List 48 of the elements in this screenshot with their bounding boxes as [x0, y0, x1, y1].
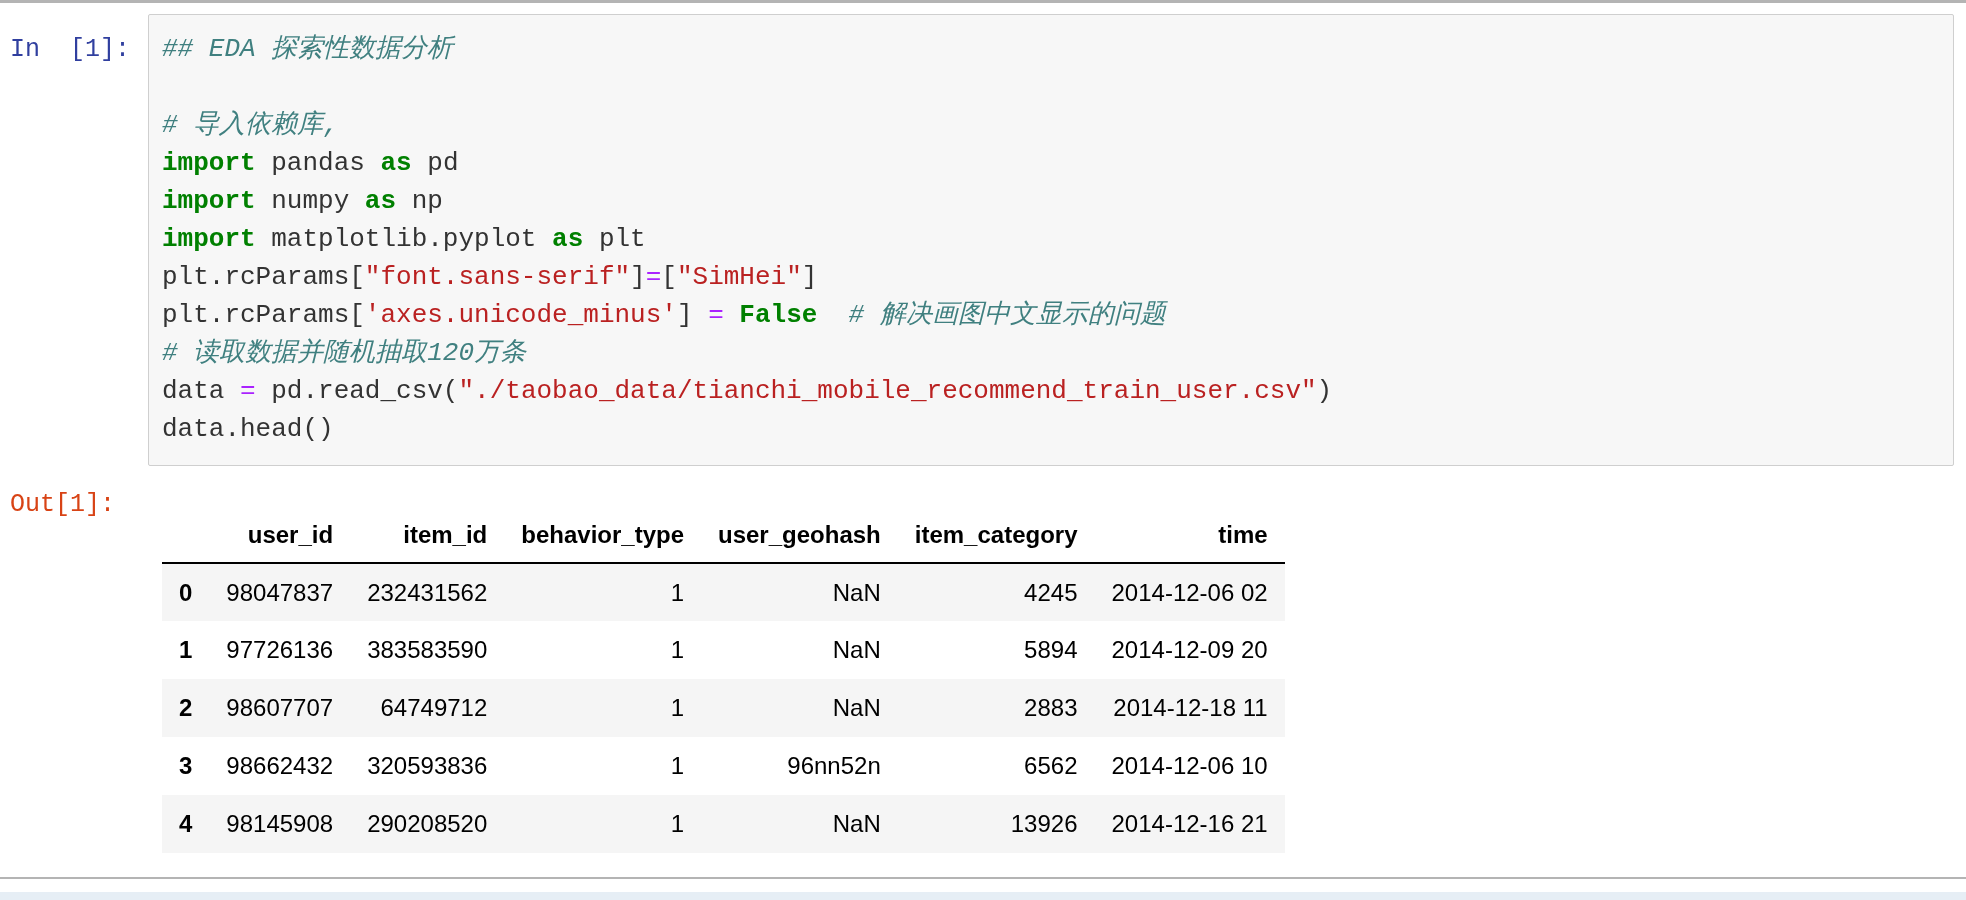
table-cell: NaN	[701, 679, 898, 737]
table-cell: 320593836	[350, 737, 505, 795]
table-cell: 97726136	[209, 621, 351, 679]
row-index: 3	[162, 737, 210, 795]
table-cell: 96nn52n	[701, 737, 898, 795]
row-index: 1	[162, 621, 210, 679]
table-cell: 1	[504, 563, 701, 621]
table-cell: 13926	[897, 795, 1095, 853]
code-line: data.head()	[162, 413, 334, 446]
code-cell[interactable]	[148, 14, 1954, 466]
output-prompt: Out[1]:	[9, 489, 117, 519]
code-line: import matplotlib.pyplot as plt	[162, 223, 646, 256]
code-line: # 读取数据并随机抽取120万条	[162, 337, 526, 370]
code-line: plt.rcParams['axes.unicode_minus'] = False # 解决画图中文显示的问题	[162, 299, 1166, 332]
row-index: 4	[162, 795, 210, 853]
row-index: 2	[162, 679, 210, 737]
table-cell: 1	[504, 621, 701, 679]
table-cell: 5894	[897, 621, 1095, 679]
table-cell: 2014-12-18 11	[1094, 679, 1285, 737]
table-cell: 232431562	[350, 563, 505, 621]
table-cell: 2014-12-09 20	[1094, 621, 1285, 679]
code-line: data = pd.read_csv("./taobao_data/tianchi_mobile_recommend_train_user.csv")	[162, 375, 1333, 408]
table-cell: 290208520	[350, 795, 505, 853]
table-cell: 383583590	[350, 621, 505, 679]
table-cell: 1	[504, 737, 701, 795]
table-cell: 98145908	[209, 795, 351, 853]
code-line: plt.rcParams["font.sans-serif"]=["SimHei"]	[162, 261, 818, 294]
table-cell: 2014-12-06 02	[1094, 563, 1285, 621]
row-index: 0	[162, 563, 210, 621]
table-cell: NaN	[701, 621, 898, 679]
table-cell: 64749712	[350, 679, 505, 737]
table-cell: 4245	[897, 563, 1095, 621]
table-cell: 1	[504, 679, 701, 737]
table-cell: 98607707	[209, 679, 351, 737]
code-line: import pandas as pd	[162, 147, 459, 180]
table-cell: NaN	[701, 563, 898, 621]
table-cell: NaN	[701, 795, 898, 853]
table-cell: 98662432	[209, 737, 351, 795]
table-cell: 98047837	[209, 563, 351, 621]
table-cell: 2014-12-06 10	[1094, 737, 1285, 795]
table-cell: 2014-12-16 21	[1094, 795, 1285, 853]
code-line: ## EDA 探索性数据分析	[162, 33, 454, 66]
code-line: # 导入依赖库,	[162, 109, 339, 142]
input-prompt: In [1]:	[9, 34, 132, 64]
table-cell: 6562	[897, 737, 1095, 795]
table-cell: 2883	[897, 679, 1095, 737]
code-line: import numpy as np	[162, 185, 443, 218]
table-cell: 1	[504, 795, 701, 853]
